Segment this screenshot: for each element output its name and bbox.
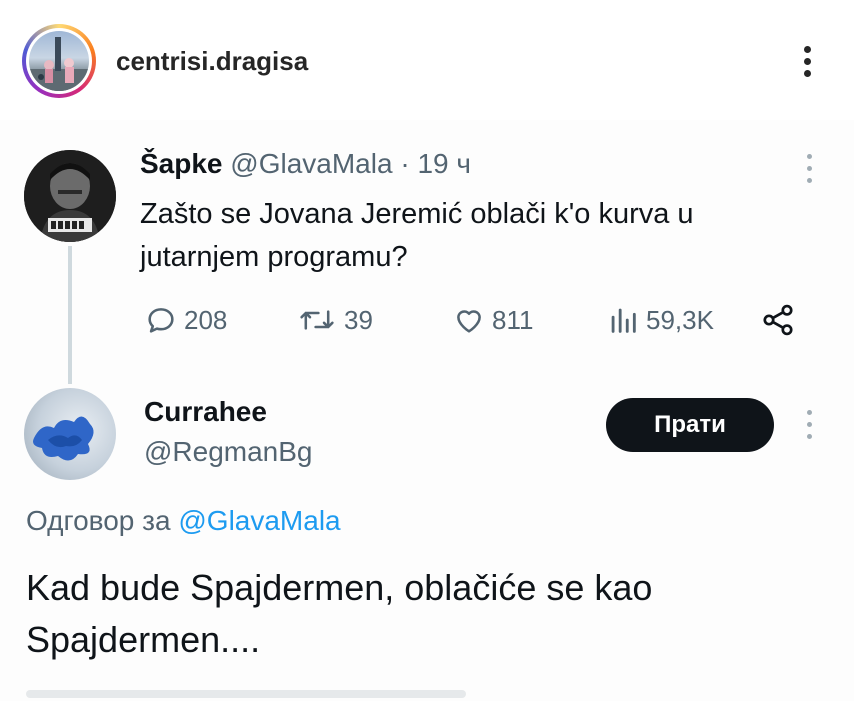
profile-avatar[interactable] bbox=[29, 31, 89, 91]
tweet-author-name[interactable]: Šapke bbox=[140, 148, 223, 179]
tweet-text: Zašto se Jovana Jeremić oblači k'o kurva… bbox=[140, 193, 800, 279]
tweet-timestamp[interactable]: 19 ч bbox=[417, 148, 471, 179]
like-icon bbox=[457, 310, 481, 333]
repost-count: 39 bbox=[344, 304, 373, 335]
reply-more-icon[interactable] bbox=[804, 408, 814, 442]
tweet-text-line: jutarnjem programu? bbox=[140, 241, 408, 273]
mugshot-avatar-icon bbox=[24, 150, 116, 242]
replying-to-mention[interactable]: @GlavaMala bbox=[178, 505, 340, 536]
repost-button[interactable]: 39 bbox=[296, 300, 373, 340]
tweet-author-handle[interactable]: @GlavaMala bbox=[230, 148, 392, 179]
views-icon bbox=[611, 308, 636, 333]
cut-off-text-line bbox=[26, 690, 466, 698]
reply-text-line: Kad bude Spajdermen, oblačiće se kao bbox=[26, 567, 653, 608]
reply-author-avatar[interactable] bbox=[24, 388, 116, 480]
reply-author-handle[interactable]: @RegmanBg bbox=[144, 436, 313, 468]
replying-to-line: Одговор за @GlavaMala bbox=[26, 505, 341, 537]
reply-text: Kad bude Spajdermen, oblačiće se kao Spa… bbox=[26, 562, 826, 666]
tweet-header: Šapke @GlavaMala · 19 ч bbox=[140, 148, 471, 180]
replying-to-label: Одговор за bbox=[26, 505, 171, 536]
repost-icon bbox=[300, 310, 334, 330]
more-vertical-icon[interactable] bbox=[790, 40, 826, 84]
share-icon bbox=[763, 304, 793, 336]
like-count: 811 bbox=[492, 304, 534, 335]
tweet-actions-bar: 208 39 811 59,3K bbox=[140, 300, 820, 340]
views-count: 59,3K bbox=[646, 304, 714, 335]
tweet-text-line: Zašto se Jovana Jeremić oblači k'o kurva… bbox=[140, 198, 694, 230]
reply-author-name[interactable]: Currahee bbox=[144, 396, 267, 428]
separator-dot: · bbox=[400, 148, 410, 179]
tweet-author-avatar[interactable] bbox=[24, 150, 116, 242]
reply-text-line: Spajdermen.... bbox=[26, 619, 261, 660]
cloud-map-avatar-icon bbox=[33, 416, 94, 461]
thread-connector-line bbox=[68, 246, 72, 384]
instagram-username[interactable]: centrisi.dragisa bbox=[116, 46, 308, 77]
reply-count: 208 bbox=[184, 304, 228, 335]
instagram-post-header: centrisi.dragisa bbox=[0, 0, 854, 120]
share-button[interactable] bbox=[760, 300, 802, 340]
reply-icon bbox=[148, 308, 174, 333]
tweet-more-icon[interactable] bbox=[804, 152, 814, 186]
like-button[interactable]: 811 bbox=[452, 300, 533, 340]
avatar-photo-icon bbox=[29, 37, 89, 91]
follow-button[interactable]: Прати bbox=[606, 398, 774, 452]
reply-button[interactable]: 208 bbox=[144, 300, 227, 340]
views-button[interactable]: 59,3K bbox=[606, 300, 714, 340]
story-ring[interactable] bbox=[22, 24, 96, 98]
